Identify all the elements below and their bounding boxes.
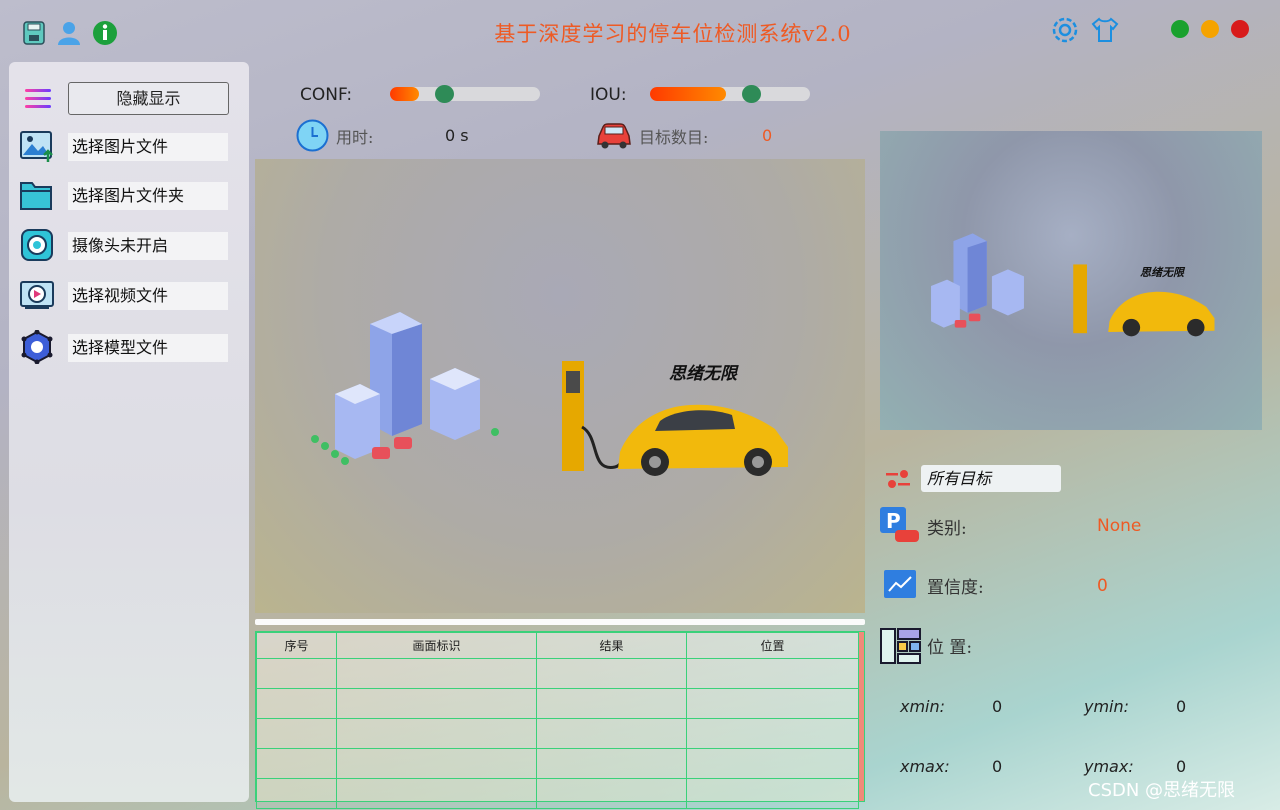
sidebar-item-model-file[interactable]: 选择模型文件 [9, 330, 249, 364]
iou-label: IOU: [590, 85, 627, 105]
table-cell [336, 778, 537, 809]
column-header-index[interactable]: 序号 [256, 632, 337, 659]
table-cell [686, 748, 859, 779]
table-cell [256, 778, 337, 809]
table-cell [336, 748, 537, 779]
xmax-label: xmax: [900, 757, 950, 776]
sidebar-item-label: 选择图片文件夹 [68, 182, 228, 210]
target-select[interactable]: 所有目标 [921, 465, 1061, 492]
table-cell [336, 718, 537, 749]
conf-slider[interactable] [390, 85, 540, 103]
results-table[interactable]: 序号 画面标识 结果 位置 [255, 631, 865, 809]
xmin-label: xmin: [900, 697, 946, 716]
svg-text:P: P [886, 509, 901, 533]
sidebar-item-video-file[interactable]: 选择视频文件 [9, 278, 249, 312]
column-header-position[interactable]: 位置 [686, 632, 859, 659]
iou-slider-fill [650, 87, 726, 101]
count-label: 目标数目: [639, 128, 709, 147]
csdn-watermark: CSDN @思绪无限 [1088, 780, 1236, 801]
conf-slider-fill [390, 87, 419, 101]
sidebar-item-image-folder[interactable]: 选择图片文件夹 [9, 178, 249, 212]
position-label: 位 置: [927, 638, 973, 658]
camera-icon [21, 229, 53, 261]
table-cell [536, 748, 687, 779]
car-icon [597, 123, 631, 149]
preview-city-illustration [931, 233, 1024, 328]
sidebar-item-label: 摄像头未开启 [68, 232, 228, 260]
table-cell [536, 658, 687, 689]
sidebar: 隐藏显示 选择图片文件 选择图片文件夹 摄像头未开启 选择视频文件 选择模型文件 [9, 62, 249, 802]
image-upload-icon [20, 131, 53, 162]
preview-watermark-text: 思绪无限 [1140, 266, 1184, 279]
table-row[interactable] [256, 688, 859, 719]
iou-slider[interactable] [650, 85, 810, 103]
table-cell [536, 688, 687, 719]
gear-icon[interactable] [1050, 15, 1080, 45]
column-header-result[interactable]: 结果 [536, 632, 687, 659]
sidebar-item-label: 选择视频文件 [68, 282, 228, 310]
position-icon [880, 628, 921, 664]
ymin-label: ymin: [1084, 697, 1130, 716]
table-cell [336, 688, 537, 719]
class-label: 类别: [927, 519, 967, 539]
iou-slider-handle[interactable] [742, 85, 761, 103]
table-row[interactable] [256, 718, 859, 749]
conf-slider-handle[interactable] [435, 85, 454, 103]
table-cell [256, 748, 337, 779]
parking-icon: P [880, 507, 919, 542]
conf-label: CONF: [300, 85, 353, 105]
table-row[interactable] [256, 658, 859, 689]
sidebar-item-camera[interactable]: 摄像头未开启 [9, 228, 249, 262]
table-header-row: 序号 画面标识 结果 位置 [256, 632, 859, 659]
class-value: None [1097, 516, 1142, 536]
close-button[interactable] [1231, 20, 1249, 38]
table-cell [256, 718, 337, 749]
model-icon [21, 330, 53, 364]
toggle-display-button[interactable]: 隐藏显示 [68, 82, 229, 115]
table-row[interactable] [256, 778, 859, 809]
xmax-value: 0 [992, 757, 1003, 776]
time-value: 0 s [445, 126, 469, 145]
tshirt-icon[interactable] [1090, 15, 1120, 45]
confidence-value: 0 [1097, 576, 1108, 596]
table-cell [536, 778, 687, 809]
preview-image: 思绪无限 [880, 131, 1262, 430]
column-header-frame[interactable]: 画面标识 [336, 632, 537, 659]
clock-icon [296, 119, 329, 152]
table-cell [686, 778, 859, 809]
sidebar-item-label: 选择模型文件 [68, 334, 228, 362]
ymin-value: 0 [1176, 697, 1187, 716]
sidebar-item-image-file[interactable]: 选择图片文件 [9, 129, 249, 163]
table-cell [336, 658, 537, 689]
video-icon [20, 281, 54, 309]
confidence-label: 置信度: [927, 578, 984, 598]
time-label: 用时: [336, 128, 374, 147]
city-buildings-illustration [311, 312, 499, 465]
table-cell [686, 718, 859, 749]
app-title: 基于深度学习的停车位检测系统v2.0 [494, 22, 852, 46]
table-cell [536, 718, 687, 749]
menu-icon[interactable] [23, 86, 53, 112]
filter-icon [886, 470, 910, 488]
count-value: 0 [762, 126, 773, 145]
table-cell [256, 658, 337, 689]
confidence-icon [884, 570, 916, 598]
table-cell [686, 688, 859, 719]
table-row[interactable] [256, 748, 859, 779]
maximize-button[interactable] [1171, 20, 1189, 38]
progress-divider [255, 619, 865, 625]
folder-icon [20, 182, 52, 210]
main-display: 思绪无限 [255, 159, 865, 613]
xmin-value: 0 [992, 697, 1003, 716]
table-cell [256, 688, 337, 719]
ymax-label: ymax: [1084, 757, 1134, 776]
sidebar-item-label: 选择图片文件 [68, 133, 228, 161]
ymax-value: 0 [1176, 757, 1187, 776]
table-scrollbar[interactable] [859, 632, 864, 801]
minimize-button[interactable] [1201, 20, 1219, 38]
table-cell [686, 658, 859, 689]
image-watermark-text: 思绪无限 [669, 364, 737, 384]
